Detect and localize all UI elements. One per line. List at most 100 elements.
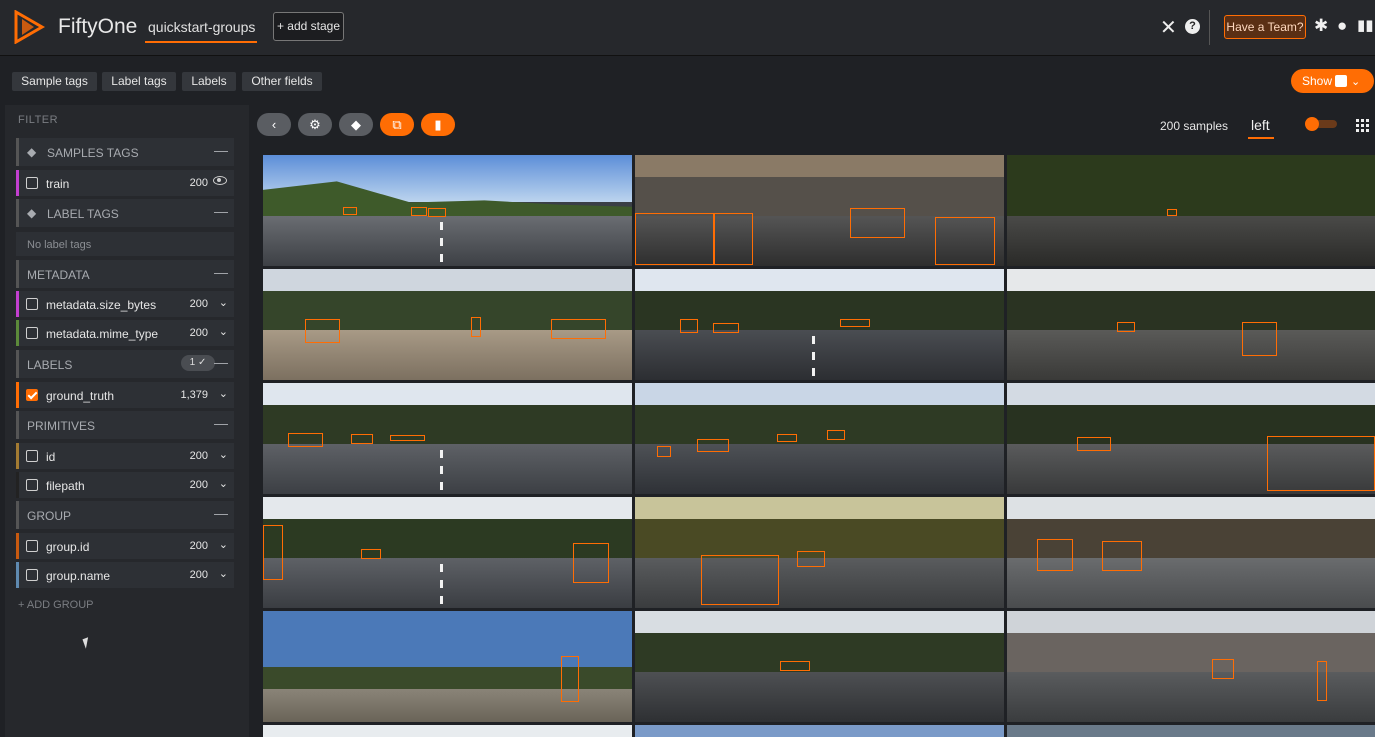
detection-box [351,434,373,444]
ground-truth-checkbox[interactable] [26,389,38,401]
docs-icon[interactable]: ▮▮ [1357,16,1374,34]
help-icon[interactable]: ? [1185,19,1200,34]
section-samples-tags[interactable]: SAMPLES TAGS ◆ — [16,138,234,166]
filepath-count: 200 [189,479,208,491]
detection-box [935,217,995,265]
primitives-label: PRIMITIVES [27,419,96,433]
sample-tile[interactable] [635,383,1004,494]
eye-icon[interactable] [213,176,227,185]
field-row-id[interactable]: id 200 ⌄ [16,443,234,469]
sample-tile[interactable] [1007,725,1375,737]
sample-tile[interactable] [635,269,1004,380]
filepath-checkbox[interactable] [26,479,38,491]
chevron-down-icon[interactable]: ⌄ [219,538,228,551]
tag-button[interactable]: ◆ [339,113,373,136]
detection-box [1267,436,1375,491]
train-checkbox[interactable] [26,177,38,189]
group-slice-selector[interactable]: left [1251,117,1270,133]
tab-sample-tags[interactable]: Sample tags [12,72,97,91]
tab-labels[interactable]: Labels [182,72,236,91]
section-metadata[interactable]: METADATA — [16,260,234,288]
chevron-down-icon[interactable]: ⌄ [219,387,228,400]
chevron-down-icon[interactable]: ⌄ [219,448,228,461]
field-row-group-id[interactable]: group.id 200 ⌄ [16,533,234,559]
train-label: train [46,177,70,191]
dataset-selector[interactable]: quickstart-groups [148,19,255,35]
sample-tile[interactable] [1007,497,1375,608]
collapse-icon[interactable]: — [214,264,228,280]
slack-icon[interactable]: ✱ [1314,16,1328,36]
close-icon[interactable]: ✕ [1160,15,1177,40]
back-button[interactable]: ‹ [257,113,291,136]
tile-lane [812,335,816,380]
sample-tile[interactable] [263,725,632,737]
detection-box [1317,661,1327,701]
id-checkbox[interactable] [26,450,38,462]
chevron-down-icon[interactable]: ⌄ [219,296,228,309]
section-primitives[interactable]: PRIMITIVES — [16,411,234,439]
chevron-down-icon[interactable]: ⌄ [219,567,228,580]
add-group-button[interactable]: + ADD GROUP [18,599,94,611]
tag-icon: ◆ [27,145,37,159]
sample-tile[interactable] [1007,269,1375,380]
sample-count: 200 samples [1160,119,1229,133]
detection-box [850,208,905,238]
have-a-team-button[interactable]: Have a Team? [1224,15,1306,39]
mime-type-checkbox[interactable] [26,327,38,339]
collapse-icon[interactable]: — [214,354,228,370]
chevron-down-icon[interactable]: ⌄ [219,325,228,338]
group-name-checkbox[interactable] [26,569,38,581]
sample-tile[interactable] [1007,383,1375,494]
collapse-icon[interactable]: — [214,505,228,521]
tab-label-tags[interactable]: Label tags [102,72,176,91]
patches-button[interactable]: ⧉ [380,113,414,136]
field-row-mime-type[interactable]: metadata.mime_type 200 ⌄ [16,320,234,346]
detection-box [1167,209,1177,216]
group-id-checkbox[interactable] [26,540,38,552]
size-bytes-checkbox[interactable] [26,298,38,310]
sample-tile[interactable] [635,497,1004,608]
ground-truth-label: ground_truth [46,389,115,403]
field-row-ground-truth[interactable]: ground_truth 1,379 ⌄ [16,382,234,408]
sample-tile[interactable] [635,725,1004,737]
chevron-down-icon[interactable]: ⌄ [219,477,228,490]
field-row-group-name[interactable]: group.name 200 ⌄ [16,562,234,588]
collapse-icon[interactable]: — [214,203,228,219]
labels-section-label: LABELS [27,358,73,372]
sample-tile[interactable] [635,611,1004,722]
detection-box [1037,539,1073,571]
tile-road [263,444,632,494]
add-stage-button[interactable]: + add stage [273,12,344,41]
slice-toggle[interactable] [1305,117,1337,131]
sample-tile[interactable] [263,269,632,380]
grid-size-icon[interactable] [1356,119,1369,132]
settings-button[interactable]: ⚙ [298,113,332,136]
detection-box [713,323,739,333]
tile-road [263,216,632,266]
sample-tile[interactable] [1007,155,1375,266]
section-group[interactable]: GROUP — [16,501,234,529]
field-row-filepath[interactable]: filepath 200 ⌄ [16,472,234,498]
sample-tile[interactable] [263,611,632,722]
show-button[interactable]: Show ⌄ [1291,69,1374,93]
bookmark-button[interactable]: ▮ [421,113,455,136]
github-icon[interactable]: ● [1337,16,1347,36]
field-row-size-bytes[interactable]: metadata.size_bytes 200 ⌄ [16,291,234,317]
sample-tile[interactable] [635,155,1004,266]
section-label-tags[interactable]: ◆ LABEL TAGS — [16,199,234,227]
tile-lane [440,449,444,494]
detection-box [428,208,446,217]
fiftyone-logo-icon [14,10,46,44]
sample-tile[interactable] [263,383,632,494]
field-row-train[interactable]: train 200 [16,170,234,196]
sample-tile[interactable] [263,155,632,266]
label-tags-label: LABEL TAGS [47,207,119,221]
labels-badge[interactable]: 1 ✓ [181,355,215,371]
sample-tile[interactable] [1007,611,1375,722]
detection-box [1212,659,1234,679]
collapse-icon[interactable]: — [214,415,228,431]
sample-tile[interactable] [263,497,632,608]
tab-other-fields[interactable]: Other fields [242,72,322,91]
collapse-icon[interactable]: — [214,142,228,158]
section-labels[interactable]: LABELS 1 ✓ — [16,350,234,378]
